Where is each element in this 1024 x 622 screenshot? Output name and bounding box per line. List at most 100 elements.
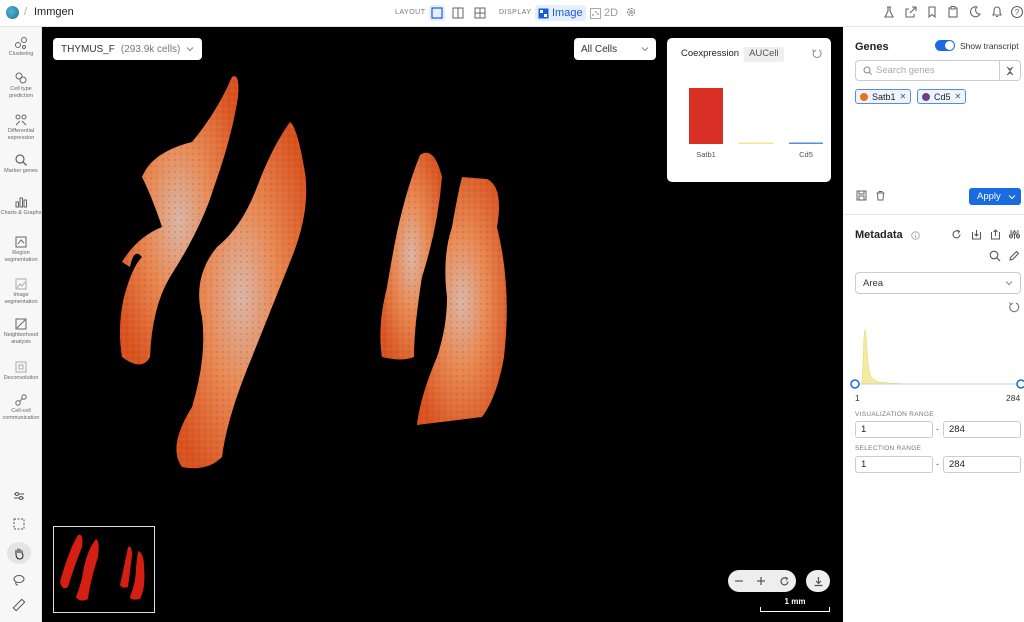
scale-bar [760,607,830,612]
scale-bar-label: 1 mm [784,597,806,606]
visualization-max-input[interactable]: 284 [943,421,1021,438]
sidebar-item-label: Region segmentation [4,250,38,263]
dark-mode-moon-icon[interactable] [968,5,982,19]
trash-icon[interactable] [875,190,886,201]
metadata-field-value: Area [863,277,884,289]
export-icon[interactable] [990,229,1001,240]
close-icon[interactable]: ✕ [900,92,907,101]
selection-max-input[interactable]: 284 [943,456,1021,473]
clustering-icon [15,37,27,49]
lasso-tool[interactable] [7,569,31,591]
layout-single-button[interactable] [429,5,445,21]
open-external-icon[interactable] [904,5,918,19]
layout-split-icon [452,7,464,19]
histogram-max-label: 284 [1006,393,1021,403]
layout-single-icon [431,7,443,19]
flask-icon[interactable] [882,5,896,19]
sidebar-item-differential-expression[interactable]: Differential expression [0,113,42,142]
layout-split-button[interactable] [450,5,466,21]
app-logo-icon[interactable] [6,6,19,19]
sidebar-item-clustering[interactable]: Clustering [0,36,42,58]
selection-min-input[interactable]: 1 [855,456,933,473]
right-panel: Genes Show transcript Search genes Satb1… [843,27,1024,622]
box-select-icon [13,518,25,530]
display-settings-gear-icon[interactable] [625,6,639,20]
ruler-tool[interactable] [7,594,31,616]
sidebar-item-charts-graphs[interactable]: Charts & Graphs [0,195,42,217]
bar-series-1 [739,142,773,144]
reset-icon[interactable] [811,48,822,59]
reset-icon[interactable] [1008,301,1020,313]
gene-chip-cd5[interactable]: Cd5 ✕ [917,89,967,104]
display-2d-button[interactable]: 2D [587,5,621,21]
range-separator: - [936,424,939,434]
sidebar-item-cell-cell-communication[interactable]: Cell-cell communication [0,393,42,422]
edit-pencil-icon[interactable] [1008,250,1020,262]
tab-coexpression[interactable]: Coexpression [676,47,745,62]
tab-aucell[interactable]: AUCell [744,47,784,62]
apply-button[interactable]: Apply [969,188,1021,205]
close-icon[interactable]: ✕ [955,92,962,101]
notifications-bell-icon[interactable] [990,5,1004,19]
panel-divider [843,214,1024,215]
tissue-section-right-outer [380,152,442,360]
visualization-min-input[interactable]: 1 [855,421,933,438]
display-image-button[interactable]: Image [535,5,586,21]
bookmark-icon[interactable] [925,5,939,19]
sidebar-item-label: Charts & Graphs [0,210,42,216]
gene-chip-satb1[interactable]: Satb1 ✕ [855,89,912,104]
spatial-image-viewer[interactable]: THYMUS_F (293.9k cells) All Cells Coexpre… [42,27,843,622]
sidebar-item-image-segmentation[interactable]: Image segmentation [0,277,42,306]
download-image-button[interactable] [806,570,830,592]
display-image-label: Image [552,7,583,19]
project-title[interactable]: Immgen [34,6,74,18]
sidebar-item-label: Clustering [8,51,34,57]
sidebar-item-region-segmentation[interactable]: Region segmentation [0,235,42,264]
area-histogram [850,328,1024,389]
image-seg-icon [15,278,27,290]
sidebar-item-deconvolution[interactable]: Deconvolution [0,360,42,382]
sidebar-item-neighborhood-analysis[interactable]: Neighborhood analysis [0,317,42,346]
show-transcript-toggle[interactable] [935,40,955,51]
sample-cell-count: (293.9k cells) [120,43,181,55]
save-icon[interactable] [856,190,867,201]
minimap[interactable] [53,526,155,613]
box-select-tool[interactable] [7,513,31,535]
search-icon[interactable] [989,250,1001,262]
reset-view-icon[interactable] [779,576,790,587]
top-bar: / Immgen LAYOUT DISPLAY Image 2D ? [0,0,1024,27]
sidebar-item-cell-type-prediction[interactable]: Cell type prediction [0,71,42,100]
sliders-icon [14,492,24,500]
clipboard-icon[interactable] [946,5,960,19]
range-min-handle[interactable] [850,379,860,389]
cell-filter-select[interactable]: All Cells [574,38,656,60]
sidebar-item-label: Cell-cell communication [2,408,40,421]
metadata-field-select[interactable]: Area [855,272,1021,294]
gene-chip-label: Satb1 [872,91,896,102]
info-icon[interactable] [911,231,920,240]
gene-color-dot [860,92,868,101]
gene-options-button[interactable] [1000,60,1021,81]
lasso-icon [13,575,25,586]
import-icon[interactable] [971,229,982,240]
zoom-out-icon[interactable] [734,576,744,586]
deconvolution-icon [15,361,27,373]
selection-range-label: SELECTION RANGE [855,445,922,452]
gene-search-input[interactable]: Search genes [855,60,1000,81]
pan-tool[interactable] [7,542,31,564]
help-icon[interactable]: ? [1010,5,1024,19]
refresh-icon[interactable] [951,229,962,240]
zoom-in-icon[interactable] [756,576,766,586]
chevron-down-icon [187,47,194,52]
sidebar-item-marker-genes[interactable]: Marker genes [0,153,42,175]
marker-genes-icon [15,154,27,166]
genes-title: Genes [855,41,889,53]
gene-color-dot [922,92,930,101]
sidebar-item-label: Deconvolution [3,375,39,381]
sample-selector[interactable]: THYMUS_F (293.9k cells) [53,38,203,60]
layout-grid-button[interactable] [472,5,488,21]
scatter-2d-icon [590,7,601,19]
view-settings-button[interactable] [7,485,31,507]
adjustments-icon[interactable] [1009,229,1020,240]
range-max-handle[interactable] [1016,379,1024,389]
